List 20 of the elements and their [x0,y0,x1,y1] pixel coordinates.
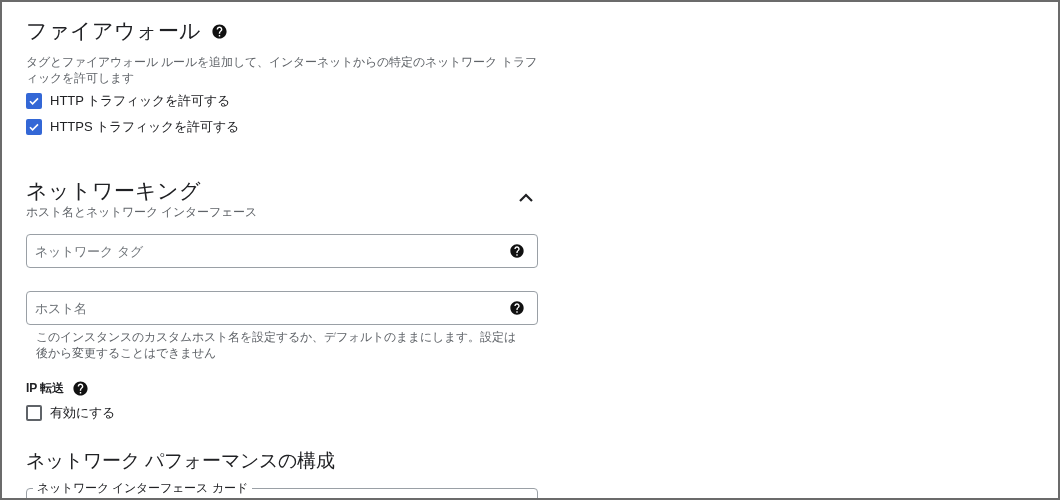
field-label: IP 転送 [26,380,65,397]
section-title: ネットワーキング [26,178,202,204]
chevron-icon [518,193,534,203]
help-icon[interactable] [509,300,525,316]
section-title: ネットワーク パフォーマンスの構成 [26,449,337,473]
select-field[interactable]: ネットワーク インターフェース カード [26,481,538,498]
checkbox[interactable]: HTTPS トラフィックを許可する [26,114,240,140]
section-subtitle: ホスト名とネットワーク インターフェース [26,204,258,220]
check-icon [28,121,40,133]
helper-text: このインスタンスのカスタムホスト名を設定するか、デフォルトのままにします。設定は後から変更することはできません [36,329,517,361]
help-icon[interactable] [509,243,525,259]
checkbox[interactable]: 有効にする [26,400,115,426]
text-field[interactable]: ホスト名 [26,291,538,325]
section-description: タグとファイアウォール ルールを追加して、インターネットからの特定のネットワーク トラフィックを許可します [26,54,538,86]
help-icon[interactable] [211,22,228,40]
section-title: ファイアウォール [26,18,201,44]
checkbox[interactable]: HTTP トラフィックを許可する [26,88,231,114]
help-icon[interactable] [72,379,90,397]
text-field[interactable]: ネットワーク タグ [26,234,538,268]
check-icon [28,95,40,107]
